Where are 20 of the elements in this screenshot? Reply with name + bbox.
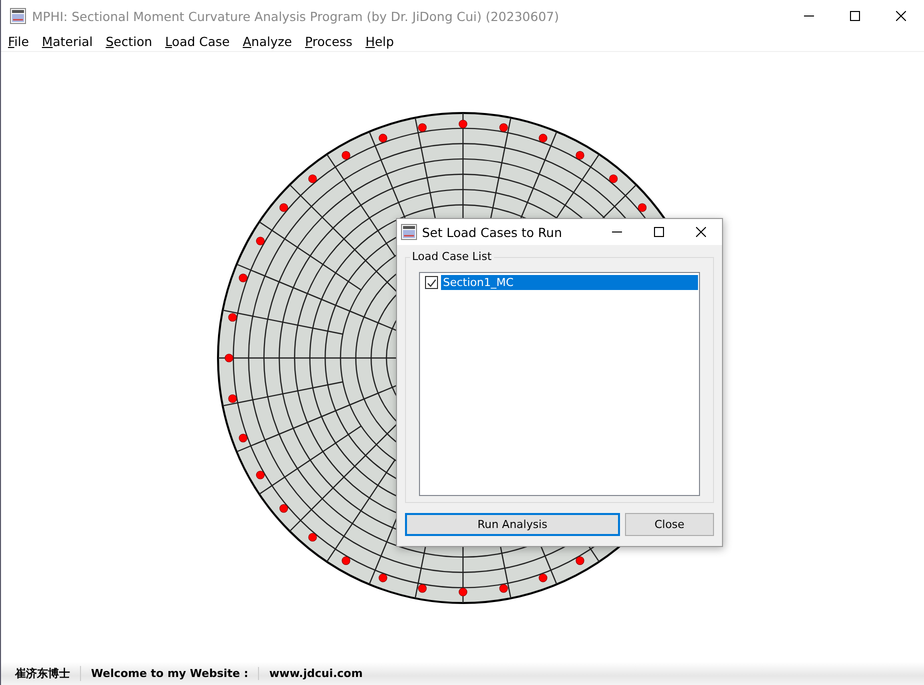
status-text: 崔济东博士 <box>5 666 81 681</box>
menu-item[interactable]: Load Case <box>165 34 230 49</box>
status-text: www.jdcui.com <box>268 667 364 680</box>
menu-item[interactable]: Section <box>106 34 152 49</box>
menu-item[interactable]: Analyze <box>242 34 292 49</box>
app-icon <box>10 8 26 24</box>
status-text: Welcome to my Website : <box>81 667 260 680</box>
menu-item[interactable]: Help <box>365 34 394 49</box>
menu-item[interactable]: Material <box>42 34 93 49</box>
load-case-list[interactable]: Section1_MC <box>419 272 700 496</box>
menu-item[interactable]: File <box>8 34 29 49</box>
app-icon <box>401 224 417 240</box>
run-analysis-button[interactable]: Run Analysis <box>405 513 620 536</box>
checkbox[interactable] <box>425 276 438 289</box>
window-title: MPHI: Sectional Moment Curvature Analysis Program (by Dr. JiDong Cui) (20230607) <box>32 8 560 24</box>
list-item[interactable]: Section1_MC <box>441 275 698 290</box>
close-button[interactable]: Close <box>624 513 714 536</box>
dialog-title: Set Load Cases to Run <box>422 224 564 240</box>
group-label: Load Case List <box>410 250 494 263</box>
menu-item[interactable]: Process <box>305 34 352 49</box>
